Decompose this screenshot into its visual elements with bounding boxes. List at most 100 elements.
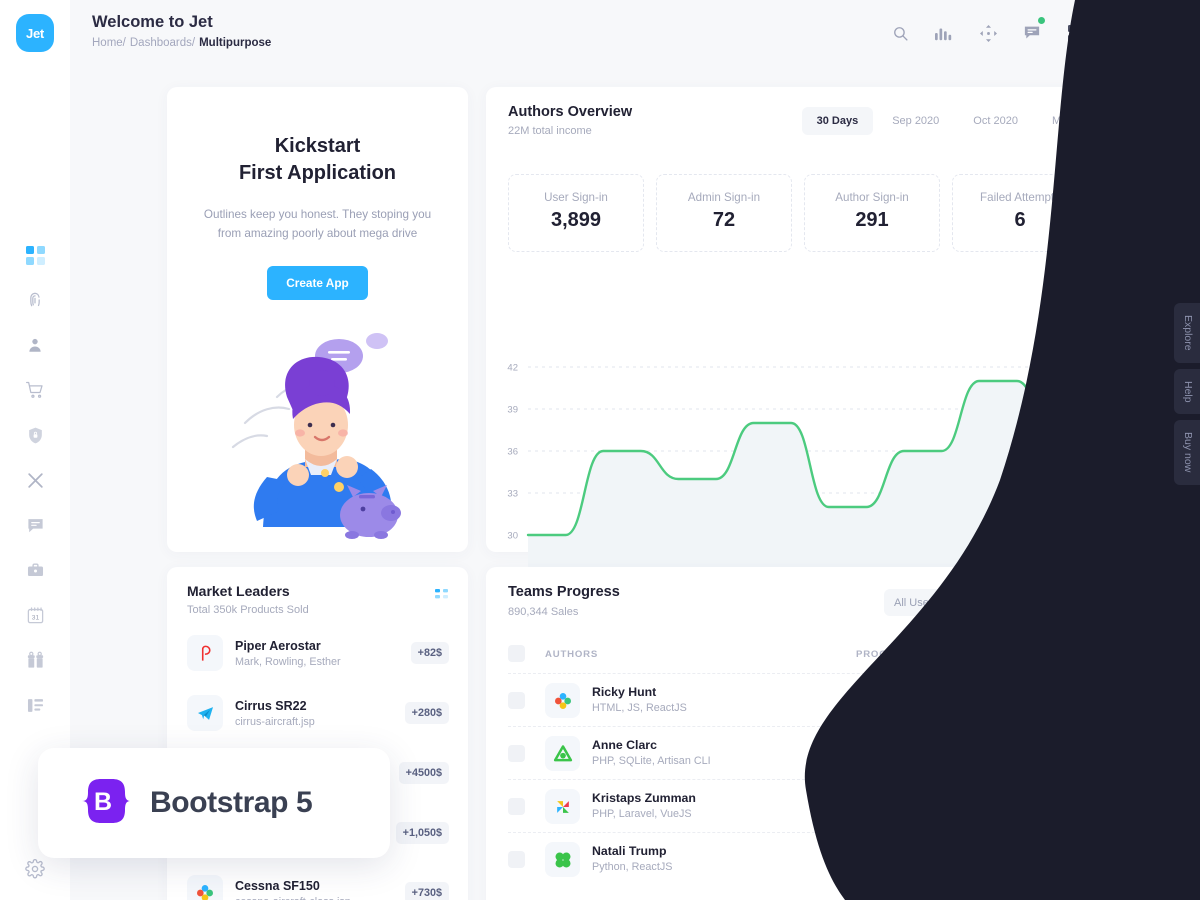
- tab-oct-2020[interactable]: Oct 2020: [958, 107, 1033, 135]
- svg-text:39: 39: [507, 405, 518, 416]
- list-item-amount: +280$: [404, 702, 449, 724]
- breadcrumb-current: Multipurpose: [199, 37, 272, 49]
- progress-bar: [856, 811, 1004, 815]
- kickstart-title-line1: Kickstart: [274, 135, 361, 157]
- all-users-filter[interactable]: All Users: [884, 589, 988, 616]
- teams-progress-title: Teams Progress: [508, 584, 620, 600]
- teams-progress-card: Teams Progress 890,344 Sales All Users S…: [486, 567, 1106, 900]
- grid-apps-icon[interactable]: [1064, 21, 1088, 45]
- search-input[interactable]: Search: [994, 589, 1092, 616]
- signins-area-chart: 423936333027: [486, 359, 1106, 599]
- progress-bar: [856, 758, 1004, 762]
- list-item-text: Cirrus SR22 cirrus-aircraft.jsp: [235, 699, 405, 728]
- kickstart-title: Kickstart First Application: [167, 133, 468, 187]
- sidebar-item-ecommerce[interactable]: [22, 377, 48, 403]
- progress-bar: [856, 705, 1004, 709]
- breadcrumb: Home/ Dashboards/ Multipurpose: [92, 37, 271, 49]
- kpi-group: User Sign-in 3,899 Admin Sign-in 72 Auth…: [508, 174, 1088, 252]
- author-skills: PHP, Laravel, VueJS: [592, 808, 692, 820]
- kpi-label: User Sign-in: [544, 191, 608, 204]
- dark-mode-icon[interactable]: [1108, 21, 1132, 45]
- dashboard-page: Jet 31 Welcome to Jet Home/ Dashboards/ …: [0, 0, 1200, 900]
- progress-label: 85%: [856, 739, 879, 751]
- list-item[interactable]: Cirrus SR22 cirrus-aircraft.jsp +280$: [187, 693, 449, 733]
- progress-label: 47%: [856, 792, 879, 804]
- kpi-failed-attempts: Failed Attempts 6: [952, 174, 1088, 252]
- table-row[interactable]: Anne Clarc PHP, SQLite, Artisan CLI 85% …: [508, 726, 1085, 779]
- side-tab-buy-now[interactable]: Buy now: [1174, 420, 1200, 485]
- author-name: Anne Clarc: [592, 738, 657, 752]
- progress-bar: [856, 864, 1004, 868]
- list-item-meta: Mark, Rowling, Esther: [235, 655, 341, 668]
- view-button[interactable]: View: [1035, 685, 1085, 710]
- bootstrap-badge: B Bootstrap 5: [38, 748, 390, 858]
- drag-move-icon[interactable]: [976, 21, 1000, 45]
- kickstart-description: Outlines keep you honest. They stoping y…: [203, 208, 432, 241]
- select-all-checkbox[interactable]: [508, 645, 525, 662]
- tab-more[interactable]: More: [1037, 107, 1092, 135]
- sidebar-item-user[interactable]: [22, 332, 48, 358]
- row-checkbox[interactable]: [508, 851, 525, 868]
- author-name: Ricky Hunt: [592, 685, 657, 699]
- author-name: Kristaps Zumman: [592, 791, 696, 805]
- svg-text:31: 31: [31, 614, 39, 621]
- sidebar-item-dashboard[interactable]: [22, 242, 48, 268]
- chart-bars-icon[interactable]: [932, 21, 956, 45]
- authors-overview-subtitle: 22M total income: [508, 125, 592, 137]
- search-icon: [1003, 596, 1014, 610]
- app-logo[interactable]: Jet: [16, 14, 54, 52]
- breadcrumb-dashboards[interactable]: Dashboards/: [130, 37, 195, 49]
- sidebar-item-settings[interactable]: [22, 856, 48, 882]
- list-item-name: Cirrus SR22: [235, 698, 307, 713]
- kpi-label: Failed Attempts: [980, 191, 1060, 204]
- bootstrap-badge-label: Bootstrap 5: [150, 786, 313, 819]
- column-action: ACTION: [1042, 649, 1084, 660]
- sidebar-item-fingerprint[interactable]: [22, 287, 48, 313]
- clover-color-icon: [545, 683, 580, 718]
- list-item[interactable]: Cessna SF150 cessna-aircraft-class.jsp +…: [187, 873, 449, 900]
- table-row[interactable]: Ricky Hunt HTML, JS, ReactJS 65% View: [508, 673, 1085, 726]
- column-progress: PROGRESS: [856, 649, 917, 660]
- sidebar-item-security[interactable]: [22, 422, 48, 448]
- avatar[interactable]: [1152, 16, 1186, 50]
- notification-dot: [1038, 17, 1045, 24]
- search-icon[interactable]: [888, 21, 912, 45]
- notifications-icon[interactable]: [1020, 17, 1045, 45]
- kickstart-title-line2: First Application: [238, 162, 397, 185]
- author-name: Natali Trump: [592, 844, 667, 858]
- sidebar-item-projects[interactable]: [22, 557, 48, 583]
- list-item[interactable]: Piper Aerostar Mark, Rowling, Esther +82…: [187, 633, 449, 673]
- kpi-value: 3,899: [550, 209, 602, 231]
- row-checkbox[interactable]: [508, 692, 525, 709]
- logo-text: Jet: [26, 25, 44, 41]
- tab-sep-2020[interactable]: Sep 2020: [877, 107, 954, 135]
- authors-overview-title: Authors Overview: [508, 104, 633, 120]
- list-item-name: Cessna SF150: [235, 878, 320, 893]
- row-checkbox[interactable]: [508, 745, 525, 762]
- sidebar-item-calendar[interactable]: 31: [22, 602, 48, 628]
- view-button[interactable]: View: [1035, 791, 1085, 816]
- side-tab-explore[interactable]: Explore: [1174, 303, 1200, 363]
- side-tab-help[interactable]: Help: [1174, 368, 1200, 415]
- sidebar-item-gifts[interactable]: [22, 647, 48, 673]
- table-row[interactable]: Kristaps Zumman PHP, Laravel, VueJS 47% …: [508, 779, 1085, 832]
- list-item-amount: +730$: [404, 882, 449, 900]
- market-leaders-title: Market Leaders: [187, 583, 290, 599]
- view-button[interactable]: View: [1035, 738, 1085, 763]
- view-button[interactable]: View: [1035, 844, 1085, 869]
- authors-overview-card: Authors Overview 22M total income 30 Day…: [486, 87, 1106, 609]
- tab-30-days[interactable]: 30 Days: [801, 107, 874, 135]
- sidebar-item-tools[interactable]: [22, 467, 48, 493]
- sidebar-item-layouts[interactable]: [22, 692, 48, 718]
- table-row[interactable]: Natali Trump Python, ReactJS 71% View: [508, 832, 1085, 885]
- top-header: Welcome to Jet Home/ Dashboards/ Multipu…: [70, 0, 1200, 66]
- pinwheel-icon: [545, 789, 580, 824]
- dots-grid-icon[interactable]: [435, 589, 448, 607]
- author-skills: Python, ReactJS: [592, 861, 673, 873]
- kpi-user-signin: User Sign-in 3,899: [508, 174, 644, 252]
- sidebar-item-chat[interactable]: [22, 512, 48, 538]
- create-app-button[interactable]: Create App: [267, 266, 368, 301]
- kpi-value: 291: [855, 209, 889, 231]
- row-checkbox[interactable]: [508, 798, 525, 815]
- breadcrumb-home[interactable]: Home/: [92, 37, 126, 49]
